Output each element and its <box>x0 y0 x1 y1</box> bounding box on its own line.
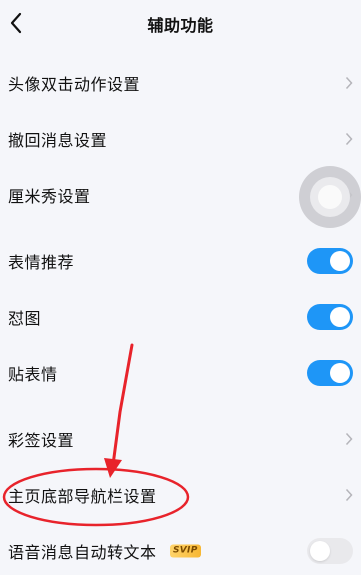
setting-label: 彩签设置 <box>8 431 75 450</box>
setting-label: 表情推荐 <box>8 253 75 272</box>
setting-recall-message[interactable]: 撤回消息设置 <box>0 115 361 163</box>
emoji-recommend-toggle[interactable] <box>307 248 353 274</box>
setting-sticker: 贴表情 <box>0 349 361 397</box>
chevron-right-icon <box>345 488 353 502</box>
chevron-right-icon <box>345 432 353 446</box>
app-header: 辅助功能 <box>0 0 361 46</box>
setting-label: 贴表情 <box>8 365 58 384</box>
sticker-toggle[interactable] <box>307 360 353 386</box>
setting-voice-to-text: 语音消息自动转文本 SVIP <box>0 527 361 575</box>
setting-color-tag[interactable]: 彩签设置 <box>0 415 361 463</box>
setting-label: 怼图 <box>8 309 42 328</box>
setting-label: 主页底部导航栏设置 <box>8 487 157 506</box>
setting-label: 头像双击动作设置 <box>8 75 141 94</box>
chevron-right-icon <box>345 132 353 146</box>
assistive-touch-button[interactable] <box>299 166 361 228</box>
setting-emoji-recommend: 表情推荐 <box>0 237 361 285</box>
svip-badge: SVIP <box>170 544 201 558</box>
toggle-knob <box>330 251 350 271</box>
toggle-knob <box>330 307 350 327</box>
voice-to-text-toggle[interactable] <box>307 538 353 564</box>
chevron-right-icon <box>345 76 353 90</box>
setting-label: 语音消息自动转文本 <box>8 543 157 562</box>
toggle-knob <box>310 541 330 561</box>
dui-tu-toggle[interactable] <box>307 304 353 330</box>
setting-avatar-double-tap[interactable]: 头像双击动作设置 <box>0 59 361 107</box>
setting-dui-tu: 怼图 <box>0 293 361 341</box>
assistive-touch-core <box>318 185 342 209</box>
setting-bottom-nav[interactable]: 主页底部导航栏设置 <box>0 471 361 519</box>
page-title: 辅助功能 <box>147 16 214 35</box>
toggle-knob <box>330 363 350 383</box>
setting-label: 撤回消息设置 <box>8 131 108 150</box>
setting-label: 厘米秀设置 <box>8 187 91 206</box>
